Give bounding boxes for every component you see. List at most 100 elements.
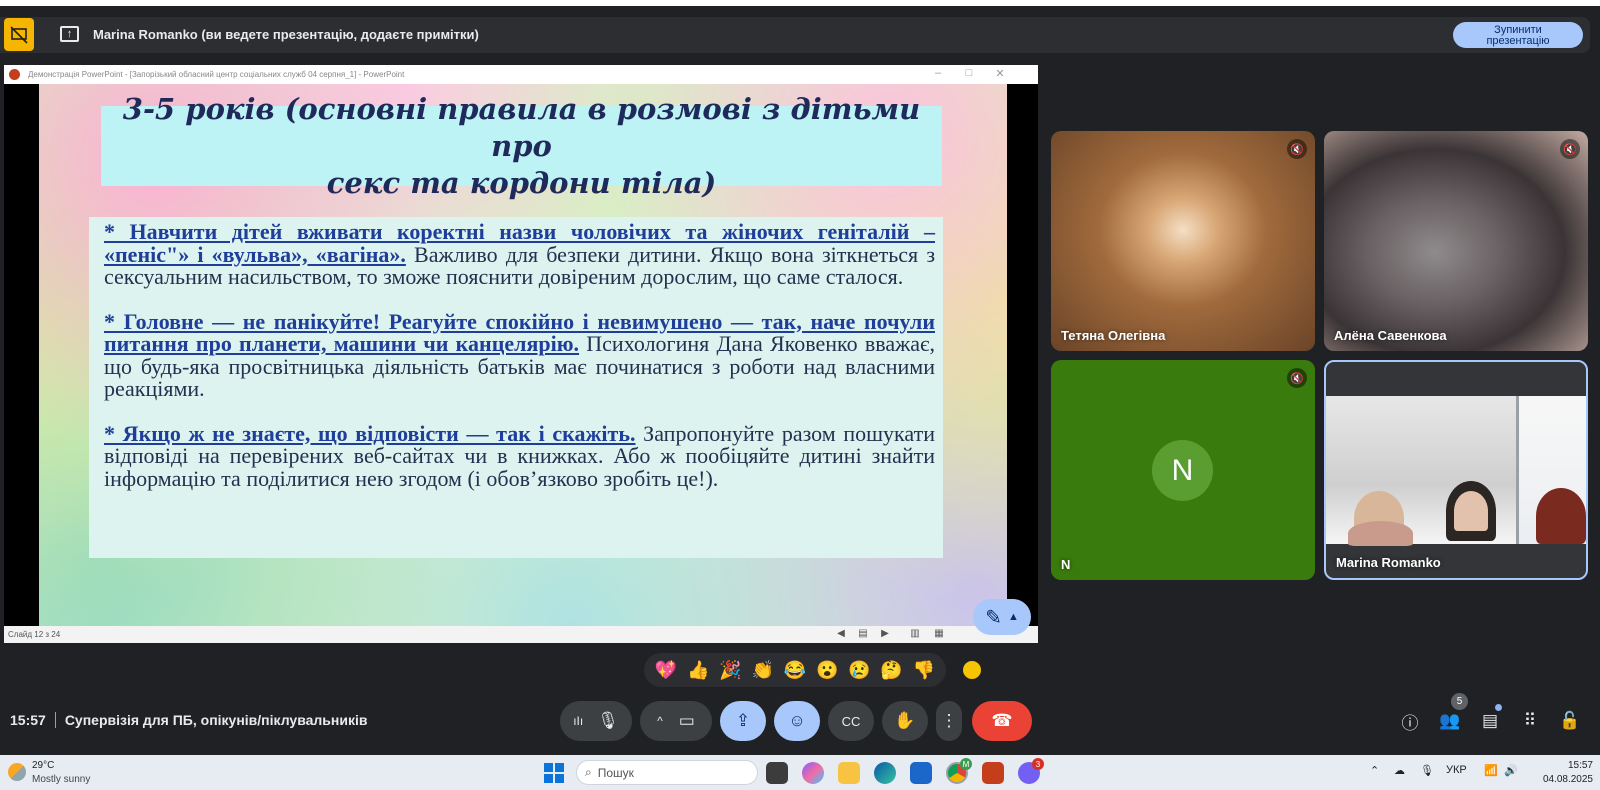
- more-vert-icon: ⋮: [940, 711, 958, 730]
- camera-button[interactable]: ^ ▭: [640, 701, 712, 741]
- reaction-heart[interactable]: 💖: [655, 660, 677, 681]
- reaction-thumbs-down[interactable]: 👎: [913, 660, 935, 681]
- slide-body: * Навчити дітей вживати коректні назви ч…: [89, 217, 943, 558]
- present-to-all-icon: ↑: [60, 26, 79, 42]
- search-icon: ⌕: [585, 765, 592, 779]
- chat-icon[interactable]: ▤: [1477, 708, 1503, 734]
- participant-tile-self[interactable]: Marina Romanko: [1324, 360, 1588, 580]
- reaction-surprised[interactable]: 😮: [816, 660, 838, 681]
- windows-logo-tile: [544, 774, 553, 783]
- present-screen-icon: ⇪: [735, 711, 751, 730]
- video-camera-icon: ▭: [678, 711, 695, 730]
- slide-paragraph-3: * Якщо ж не знаєте, що відповісти — так …: [104, 422, 935, 491]
- slide-title: 3-5 років (основні правила в розмові з д…: [101, 91, 942, 202]
- chat-notification-dot: [1495, 704, 1502, 711]
- reaction-thinking[interactable]: 🤔: [880, 660, 902, 681]
- file-explorer-icon[interactable]: [838, 762, 860, 784]
- minimize-icon[interactable]: –: [928, 67, 948, 79]
- start-button[interactable]: [544, 763, 564, 783]
- next-slide-icon[interactable]: ▶: [878, 628, 892, 639]
- activities-icon[interactable]: ⠿: [1517, 708, 1543, 734]
- ppt-window-title: Демонстрація PowerPoint - [Запорізький о…: [28, 70, 405, 79]
- reaction-thumbs-up[interactable]: 👍: [687, 660, 709, 681]
- mic-icon: 🎙: [597, 711, 619, 730]
- taskbar: 29°C Mostly sunny ⌕ Пошук M 3 ⌃ ☁ 🎙 УКР …: [0, 755, 1600, 790]
- normal-view-icon[interactable]: ▥: [908, 628, 922, 639]
- slide-title-line2: секс та кордони тіла): [326, 165, 717, 200]
- more-options-button[interactable]: ⋮: [936, 701, 962, 741]
- slide[interactable]: 3-5 років (основні правила в розмові з д…: [39, 84, 1007, 626]
- taskbar-date[interactable]: 04.08.2025: [1535, 774, 1593, 785]
- meeting-details-icon[interactable]: ⓘ: [1397, 708, 1423, 734]
- language-indicator[interactable]: УКР: [1446, 764, 1467, 776]
- slide-counter: Слайд 12 з 24: [8, 630, 61, 639]
- camera-video: [1326, 396, 1586, 546]
- store-icon[interactable]: [910, 762, 932, 784]
- slide-paragraph-2: * Головне — не панікуйте! Реагуйте спокі…: [104, 310, 935, 401]
- search-placeholder: Пошук: [597, 765, 634, 780]
- copilot-icon[interactable]: [802, 762, 824, 784]
- chevron-up-icon[interactable]: ⌃: [1370, 764, 1379, 777]
- ppt-title-bar: Демонстрація PowerPoint - [Запорізький о…: [4, 65, 1038, 84]
- wifi-icon[interactable]: 📶: [1484, 764, 1498, 777]
- chevron-up-icon: ^: [657, 714, 663, 728]
- mic-off-icon: 🔇: [1287, 368, 1307, 388]
- leave-call-button[interactable]: ☎: [972, 701, 1032, 741]
- reaction-laugh[interactable]: 😂: [784, 660, 806, 681]
- stop-presenting-label-line2: презентацію: [1486, 35, 1550, 47]
- participant-tile[interactable]: 🔇 Алёна Савенкова: [1324, 131, 1588, 351]
- weather-icon[interactable]: [8, 763, 26, 781]
- notes-icon[interactable]: ▤: [856, 628, 870, 639]
- participant-tile[interactable]: 🔇 Тетяна Олегівна: [1051, 131, 1315, 351]
- reaction-party[interactable]: 🎉: [719, 660, 741, 681]
- stop-presenting-button[interactable]: Зупинити презентацію: [1453, 22, 1583, 48]
- weather-description: Mostly sunny: [32, 774, 91, 785]
- participant-name: N: [1061, 557, 1071, 572]
- windows-logo-tile: [555, 774, 564, 783]
- audio-level-icon: ıIı: [573, 714, 584, 728]
- cloud-off-icon[interactable]: ☁: [1394, 764, 1405, 777]
- taskbar-time[interactable]: 15:57: [1553, 760, 1593, 771]
- hand-icon: ✋: [894, 711, 916, 730]
- participant-tile[interactable]: 🔇 N N: [1051, 360, 1315, 580]
- previous-slide-icon[interactable]: ◀: [834, 628, 848, 639]
- presenting-badge[interactable]: [4, 18, 34, 51]
- volume-icon[interactable]: 🔊: [1504, 764, 1518, 777]
- powerpoint-taskbar-icon[interactable]: [982, 762, 1004, 784]
- windows-logo-tile: [544, 763, 553, 772]
- slide-paragraph-1: * Навчити дітей вживати коректні назви ч…: [104, 220, 935, 289]
- close-icon[interactable]: ✕: [990, 67, 1010, 80]
- viber-notification-badge: 3: [1032, 758, 1044, 770]
- present-off-icon: [10, 25, 28, 44]
- host-controls-icon[interactable]: 🔓: [1557, 708, 1583, 734]
- raise-hand-button[interactable]: ✋: [882, 701, 928, 741]
- annotate-button[interactable]: ✎ ▲: [973, 599, 1031, 635]
- reactions-button[interactable]: ☺: [774, 701, 820, 741]
- taskbar-search[interactable]: ⌕ Пошук: [576, 760, 758, 785]
- edge-icon[interactable]: [874, 762, 896, 784]
- weather-temperature: 29°C: [32, 760, 55, 771]
- people-count-badge: 5: [1451, 693, 1468, 710]
- skin-tone-picker[interactable]: [963, 661, 981, 679]
- windows-logo-tile: [555, 763, 564, 772]
- chevron-up-icon: ▲: [1007, 611, 1019, 623]
- mic-off-icon: 🔇: [1287, 139, 1307, 159]
- person-1-body: [1348, 521, 1413, 546]
- people-icon[interactable]: 👥: [1437, 708, 1463, 734]
- microphone-tray-icon[interactable]: 🎙: [1420, 764, 1434, 777]
- present-button[interactable]: ⇪: [720, 701, 766, 741]
- reaction-sad[interactable]: 😢: [848, 660, 870, 681]
- slide-sorter-icon[interactable]: ▦: [932, 628, 946, 639]
- avatar: N: [1152, 440, 1213, 501]
- participant-name: Алёна Савенкова: [1334, 328, 1447, 343]
- maximize-icon[interactable]: □: [959, 67, 979, 79]
- top-border: [0, 0, 1600, 6]
- task-view-icon[interactable]: [766, 762, 788, 784]
- mic-off-icon: 🔇: [1560, 139, 1580, 159]
- reaction-clap[interactable]: 👏: [752, 660, 774, 681]
- mic-button[interactable]: ıIı 🎙: [560, 701, 632, 741]
- person-3: [1536, 488, 1586, 544]
- pen-icon: ✎: [985, 606, 1002, 629]
- captions-button[interactable]: CC: [828, 701, 874, 741]
- phone-hangup-icon: ☎: [991, 711, 1013, 730]
